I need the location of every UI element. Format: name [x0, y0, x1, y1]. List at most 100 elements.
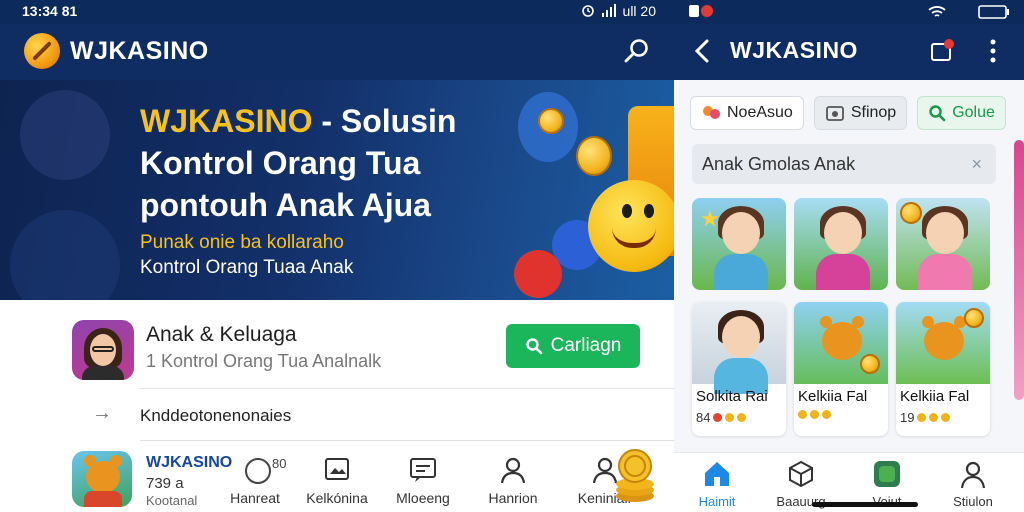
cube-icon	[789, 460, 813, 488]
status-time: 13:34 81	[22, 3, 78, 19]
more-vert-icon[interactable]	[990, 38, 996, 64]
rating-dot	[917, 413, 927, 422]
status-icons: ull 20	[581, 3, 656, 19]
kid-photo-tile[interactable]: ★	[692, 198, 786, 290]
kid-face	[926, 212, 964, 254]
rating-dot	[713, 413, 723, 422]
banner-subtitle-yellow: Punak onie ba kollaraho	[140, 232, 344, 253]
card-image	[896, 302, 990, 384]
banner-title-line2: Kontrol Orang Tua	[140, 145, 421, 181]
chip-label: Golue	[952, 104, 995, 121]
person-icon	[960, 461, 986, 489]
banner-title: WJKASINO - Solusin Kontrol Orang Tua pon…	[140, 100, 520, 226]
person-icon	[500, 457, 526, 484]
nav-item-stiulon[interactable]: Stiulon	[938, 459, 1008, 509]
search-icon	[525, 338, 542, 355]
nav-item-mloeeng[interactable]: Mloeeng	[378, 456, 468, 506]
mascot-mouth	[612, 228, 656, 248]
app-title: WJKASINO	[730, 37, 858, 63]
chip-label: Sfinop	[850, 104, 897, 121]
nav-item-kelkonina[interactable]: Kelkónina	[292, 456, 382, 506]
decor-bubble	[20, 90, 110, 180]
banner-title-line1: - Solusin	[321, 103, 457, 139]
chip-family[interactable]: NoeAsuo	[690, 96, 804, 130]
coin-icon	[860, 354, 880, 374]
image-icon	[325, 458, 349, 480]
status-bar: 13:34 81 ull 20	[0, 0, 674, 24]
wifi-icon	[928, 6, 946, 17]
kid-face	[824, 212, 862, 254]
family-icon	[703, 106, 720, 119]
coin-icon	[964, 308, 984, 328]
chip-store[interactable]: Sfinop	[813, 96, 908, 130]
profile-subtitle: 1 Kontrol Orang Tua Analnalk	[146, 351, 382, 371]
nav-label: Haimit	[698, 494, 736, 509]
app-icon	[874, 461, 900, 487]
search-icon[interactable]	[622, 36, 652, 66]
profile-row: Anak & Keluaga 1 Kontrol Orang Tua Analn…	[0, 300, 674, 390]
card-rating: 84	[696, 410, 747, 425]
nav-label: Hanreat	[230, 490, 280, 506]
coin-stack-icon	[616, 449, 654, 502]
notification-icon	[689, 5, 713, 17]
toy-ball	[514, 250, 562, 298]
alarm-icon	[581, 5, 594, 17]
home-indicator[interactable]	[812, 502, 918, 507]
avatar[interactable]	[72, 320, 134, 380]
nav-label: Kelkónina	[306, 490, 368, 506]
avatar-body	[82, 366, 124, 380]
banner-subtitle-white: Kontrol Orang Tuaa Anak	[140, 257, 354, 278]
status-bar	[674, 0, 1024, 24]
bottom-bar: WJKASINO 739 a Kootanal Hanreat Kelkónin…	[0, 441, 674, 512]
kid-face	[722, 316, 760, 358]
rating-dot	[725, 413, 735, 422]
content-card[interactable]: Solkita Rai 84	[692, 302, 786, 436]
arrow-right-icon: →	[92, 402, 112, 424]
kid-shirt	[714, 254, 768, 290]
rating-dot	[737, 413, 747, 422]
card-rating	[798, 410, 831, 419]
kid-photo-tile[interactable]	[794, 198, 888, 290]
search-input[interactable]: Anak Gmolas Anak ×	[692, 144, 996, 184]
card-rating: 19	[900, 410, 951, 425]
bottom-subtext: Kootanal	[146, 493, 198, 508]
screenshot-root: 13:34 81 ull 20 WJKASINO WJKASINO - Solu…	[0, 0, 1024, 512]
nav-label: Stiulon	[953, 494, 993, 509]
nav-label: Hanrion	[488, 490, 538, 506]
message-icon	[410, 458, 436, 482]
side-tab[interactable]	[1014, 140, 1024, 400]
circle-icon	[245, 458, 271, 484]
app-bar: WJKASINO	[0, 24, 674, 80]
kid-shirt	[816, 254, 870, 290]
clear-icon[interactable]: ×	[971, 144, 982, 184]
content-card[interactable]: Kelkiia Fal	[794, 302, 888, 436]
card-title: Solkita Rai	[696, 388, 768, 405]
kid-photo-tile[interactable]	[896, 198, 990, 290]
link-row[interactable]: → Knddeotonenonaies	[0, 390, 674, 440]
rating-dot	[929, 413, 939, 422]
card-rating-value: 84	[696, 410, 711, 425]
battery-icon	[978, 5, 1009, 19]
app-icon[interactable]	[72, 451, 132, 507]
avatar-glasses	[92, 346, 114, 352]
search-button[interactable]: Carliagn	[506, 324, 640, 368]
card-title: Kelkiia Fal	[900, 388, 970, 405]
content-card[interactable]: Kelkiia Fal 19	[896, 302, 990, 436]
rating-dot	[822, 410, 831, 419]
back-arrow-icon[interactable]	[692, 38, 714, 64]
app-title: WJKASINO	[70, 37, 209, 65]
left-phone-screen: 13:34 81 ull 20 WJKASINO WJKASINO - Solu…	[0, 0, 674, 512]
star-icon: ★	[700, 206, 720, 231]
mascot-icon	[588, 180, 674, 272]
message-icon[interactable]	[930, 39, 954, 63]
promo-banner[interactable]: WJKASINO - Solusin Kontrol Orang Tua pon…	[0, 80, 674, 300]
rating-dot	[941, 413, 951, 422]
card-image	[692, 302, 786, 394]
chip-search[interactable]: Golue	[917, 96, 1006, 130]
nav-item-home[interactable]: Haimit	[682, 459, 752, 509]
nav-item-hanrion[interactable]: Hanrion	[468, 456, 558, 506]
rating-dot	[810, 410, 819, 419]
battery-text: ull 20	[622, 3, 656, 19]
banner-title-line3: pontouh Anak Ajua	[140, 187, 431, 223]
brand-logo-icon	[24, 33, 60, 69]
